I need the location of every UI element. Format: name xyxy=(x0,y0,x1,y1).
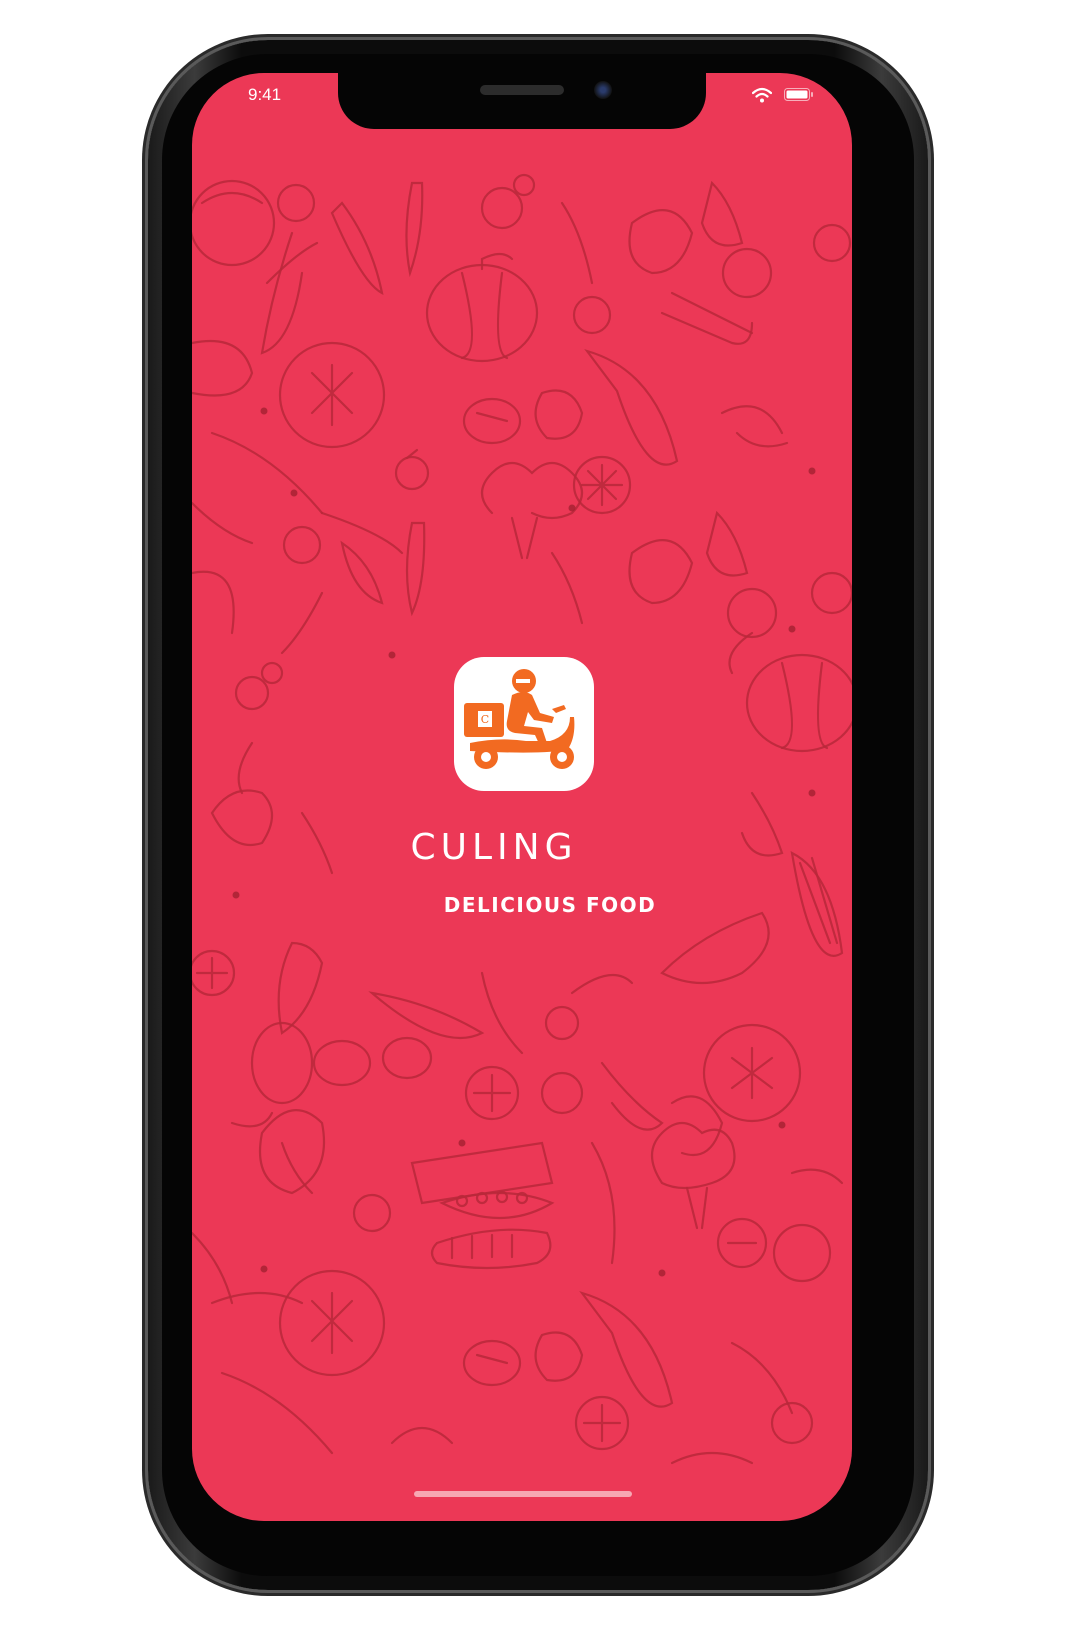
notch xyxy=(338,73,706,129)
status-time: 9:41 xyxy=(248,85,282,104)
splash-screen: 9:41 C CULING DELICIOUS FOOD xyxy=(192,73,852,1521)
battery-icon xyxy=(784,88,813,101)
tagline: DELICIOUS FOOD xyxy=(443,893,657,917)
speaker-grille xyxy=(480,85,564,95)
app-icon: C xyxy=(454,657,594,791)
delivery-scooter-icon: C xyxy=(464,669,575,769)
wifi-icon xyxy=(752,87,772,103)
food-doodle-pattern xyxy=(192,173,852,1465)
app-icon-letter: C xyxy=(481,713,489,726)
brand-name: CULING xyxy=(410,827,578,868)
front-camera xyxy=(594,81,612,99)
home-indicator[interactable] xyxy=(414,1491,632,1497)
